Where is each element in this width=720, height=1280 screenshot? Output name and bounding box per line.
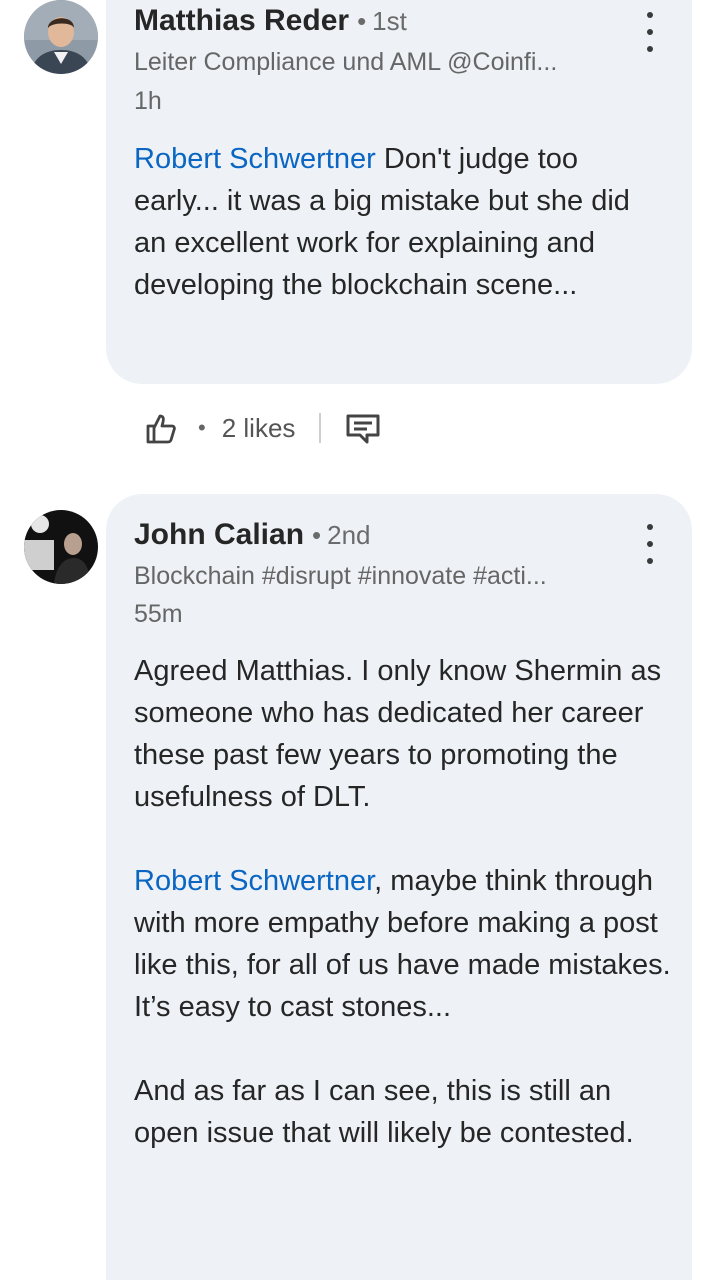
comment-time: 55m	[134, 600, 183, 628]
degree-label: 2nd	[327, 520, 371, 550]
actions-separator: •	[198, 415, 206, 440]
comment-body: Robert Schwertner Don't judge too early.…	[134, 138, 654, 306]
comments-page: Matthias Reder • 1st Leiter Compliance un…	[0, 0, 720, 1280]
comment-body: Agreed Matthias. I only know Shermin as …	[134, 650, 674, 1154]
more-options-button[interactable]	[638, 524, 662, 564]
author-row: Matthias Reder • 1st	[134, 4, 407, 38]
degree-label: 1st	[372, 6, 407, 36]
more-vertical-icon	[647, 524, 653, 530]
comment-paragraph: Robert Schwertner, maybe think through w…	[134, 860, 674, 1028]
profile-photo-icon	[24, 510, 98, 584]
author-name[interactable]: John Calian	[134, 518, 304, 552]
comment-bubble-2: John Calian • 2nd Blockchain #disrupt #in…	[106, 494, 692, 1280]
author-name[interactable]: Matthias Reder	[134, 4, 349, 38]
more-vertical-icon	[647, 12, 653, 18]
comment-time: 1h	[134, 87, 162, 115]
connection-degree: • 2nd	[312, 520, 371, 551]
avatar-john-calian[interactable]	[24, 510, 98, 584]
comment-reply-icon[interactable]	[343, 408, 383, 448]
more-options-button[interactable]	[638, 12, 662, 52]
author-headline: Blockchain #disrupt #innovate #acti...	[134, 562, 547, 590]
mention-link[interactable]: Robert Schwertner	[134, 143, 376, 175]
more-dot	[647, 29, 653, 35]
actions-divider	[319, 413, 322, 443]
likes-count[interactable]: 2 likes	[222, 413, 296, 444]
more-dot	[647, 46, 653, 52]
avatar-matthias-reder[interactable]	[24, 0, 98, 74]
profile-photo-icon	[24, 0, 98, 74]
more-dot	[647, 541, 653, 547]
comment-bubble-1: Matthias Reder • 1st Leiter Compliance un…	[106, 0, 692, 384]
author-row: John Calian • 2nd	[134, 518, 371, 552]
author-headline: Leiter Compliance und AML @Coinfi...	[134, 48, 558, 76]
comment-paragraph: Robert Schwertner Don't judge too early.…	[134, 138, 654, 306]
more-dot	[647, 558, 653, 564]
comment-actions: • 2 likes	[140, 400, 383, 456]
comment-paragraph: And as far as I can see, this is still a…	[134, 1075, 634, 1149]
connection-degree: • 1st	[357, 6, 407, 37]
comment-paragraph: Agreed Matthias. I only know Shermin as …	[134, 655, 662, 813]
degree-separator: •	[312, 520, 322, 550]
mention-link[interactable]: Robert Schwertner	[134, 865, 374, 897]
degree-separator: •	[357, 6, 367, 36]
thumbs-up-icon[interactable]	[140, 408, 180, 448]
